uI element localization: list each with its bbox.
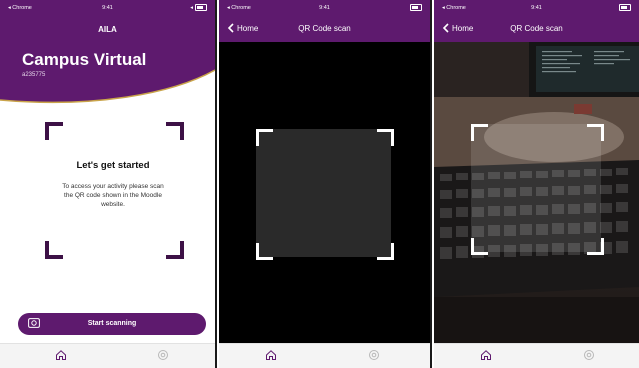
home-icon[interactable] (480, 349, 492, 361)
scan-target-area (256, 129, 391, 257)
frame-corner-top-right (377, 129, 394, 146)
frame-corner-top-left (256, 129, 273, 146)
camera-feed (434, 42, 639, 344)
settings-icon[interactable] (157, 349, 169, 361)
settings-icon[interactable] (368, 349, 380, 361)
frame-corner-bottom-left (256, 243, 273, 260)
navigation-bar: ◂ Chrome 9:41 Home QR Code scan (219, 0, 430, 42)
navigation-bar: ◂ Chrome 9:41 Home QR Code scan (434, 0, 639, 42)
frame-corner-bottom-right (377, 243, 394, 260)
page-title: Campus Virtual (22, 50, 147, 69)
camera-viewport (219, 42, 430, 344)
frame-corner-top-right (587, 124, 604, 141)
screen-welcome: ◂ Chrome 9:41 ◂ AILA Campus Virtual a235… (0, 0, 215, 368)
nav-title: QR Code scan (298, 24, 351, 33)
status-bar: ◂ Chrome 9:41 ◂ (0, 0, 215, 14)
user-id: a235775 (22, 72, 46, 78)
status-icons (619, 4, 631, 11)
tab-bar (219, 343, 430, 368)
home-icon[interactable] (55, 349, 67, 361)
card-body: To access your activity please scan the … (62, 183, 164, 208)
start-scanning-button[interactable]: Start scanning (18, 313, 206, 335)
card-heading: Let's get started (76, 160, 150, 171)
divider (215, 0, 217, 368)
home-icon[interactable] (265, 349, 277, 361)
status-time: 9:41 (319, 5, 330, 11)
frame-corner-bottom-right (587, 238, 604, 255)
status-bar: ◂ Chrome 9:41 (434, 0, 639, 14)
frame-corner-top-left (471, 124, 488, 141)
settings-icon[interactable] (583, 349, 595, 361)
divider (430, 0, 432, 368)
app-header-title: AILA (98, 25, 117, 34)
battery-icon (619, 4, 631, 11)
status-time: 9:41 (102, 5, 113, 11)
status-icons: ◂ (190, 4, 207, 11)
status-time: 9:41 (531, 5, 542, 11)
status-icons (410, 4, 422, 11)
frame-corner-bottom-left (471, 238, 488, 255)
signal-icon: ◂ (190, 4, 193, 11)
instruction-card: Let's get started To access your activit… (50, 127, 176, 251)
start-scanning-label: Start scanning (87, 320, 137, 327)
tab-bar (0, 343, 215, 368)
battery-icon (410, 4, 422, 11)
screen-qr-scan-empty: ◂ Chrome 9:41 Home QR Code scan (219, 0, 430, 368)
status-bar: ◂ Chrome 9:41 (219, 0, 430, 14)
screen-qr-scan-camera: ◂ Chrome 9:41 Home QR Code scan (434, 0, 639, 368)
camera-viewport (434, 42, 639, 344)
tab-bar (434, 343, 639, 368)
battery-icon (195, 4, 207, 11)
nav-title: QR Code scan (510, 24, 563, 33)
